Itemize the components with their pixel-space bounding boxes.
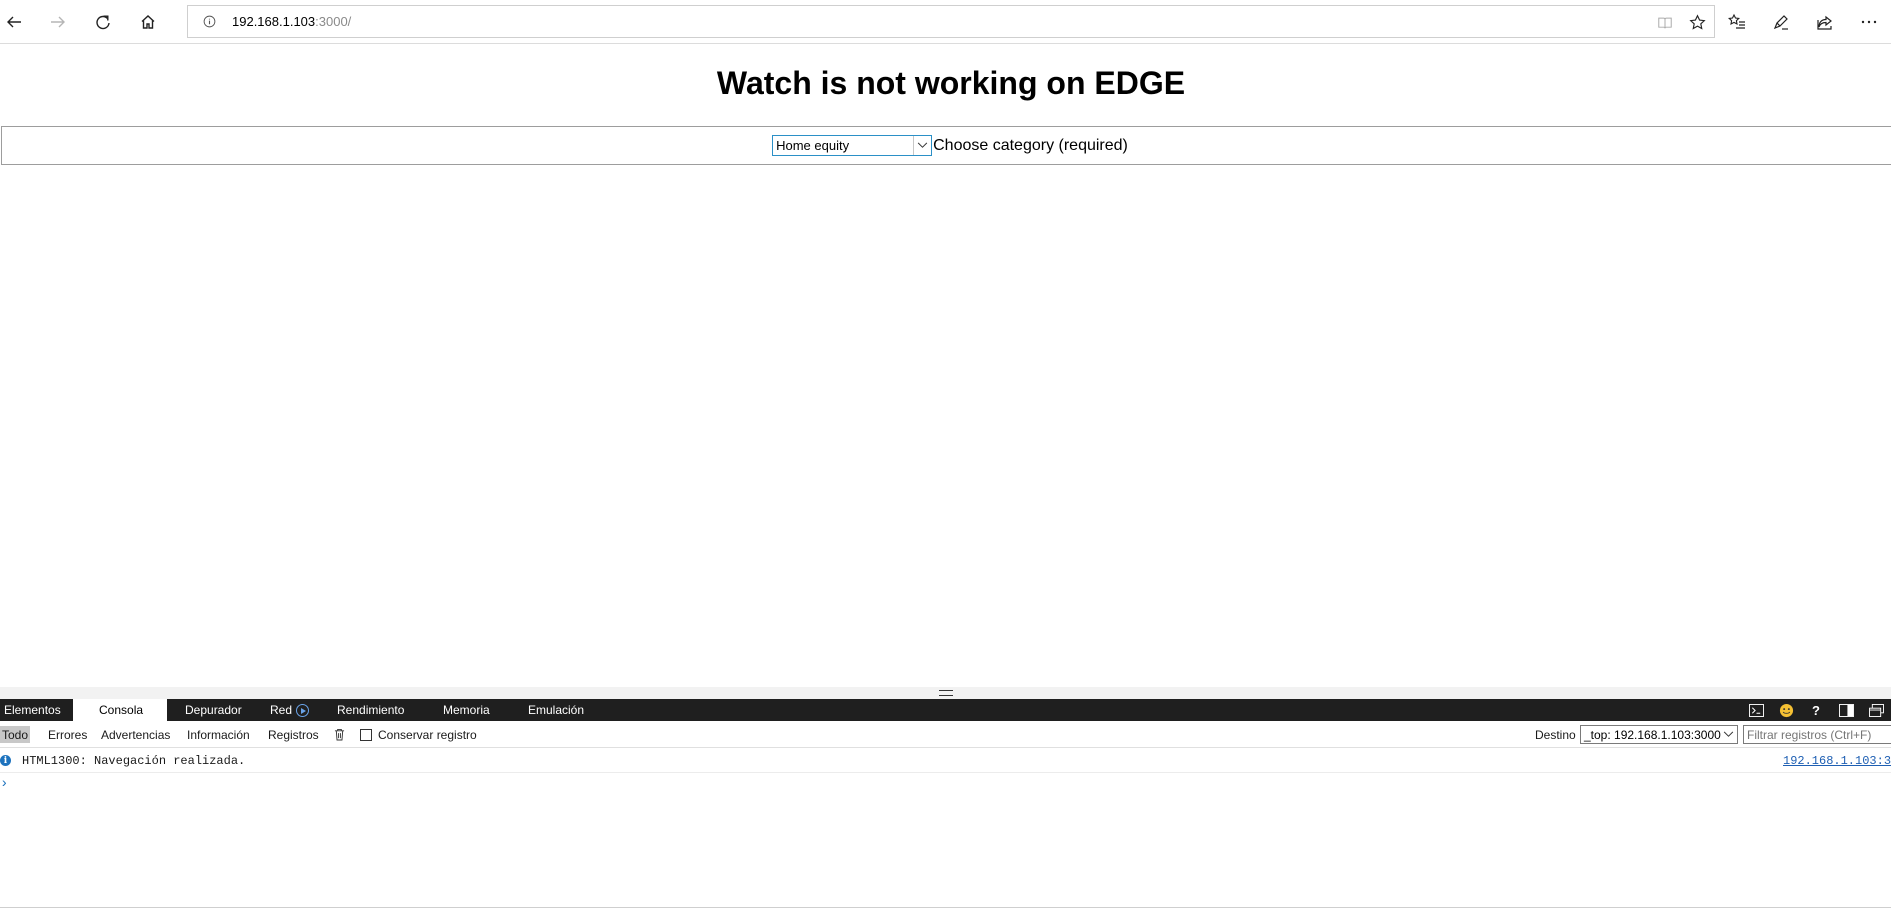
tab-depurador[interactable]: Depurador	[185, 699, 242, 721]
console-toolbar: Todo Errores Advertencias Información Re…	[0, 721, 1891, 748]
filter-label: Registros	[268, 727, 319, 742]
filter-logs-input[interactable]	[1743, 725, 1891, 744]
star-icon[interactable]	[1688, 14, 1706, 32]
tab-label: Consola	[99, 703, 144, 717]
browser-toolbar: 192.168.1.103:3000/	[0, 0, 1891, 44]
checkbox-icon	[360, 728, 372, 741]
help-icon[interactable]: ?	[1801, 699, 1831, 721]
undock-icon[interactable]	[1861, 699, 1891, 721]
console-toggle-icon[interactable]	[1741, 699, 1771, 721]
pen-icon	[1773, 15, 1788, 30]
tab-red[interactable]: Red	[270, 699, 310, 721]
tab-label: Memoria	[443, 703, 490, 717]
arrow-left-icon	[7, 16, 21, 28]
filter-label: Errores	[48, 727, 88, 742]
smiley-feedback-icon[interactable]	[1771, 699, 1801, 721]
page-title: Watch is not working on EDGE	[716, 65, 1186, 101]
tab-label: Elementos	[4, 703, 61, 717]
more-button[interactable]	[1847, 6, 1891, 38]
tab-label: Depurador	[185, 703, 242, 717]
favorites-list-icon	[1728, 13, 1745, 29]
preserve-log-checkbox[interactable]: Conservar registro	[360, 721, 477, 748]
tab-label: Red	[270, 703, 293, 717]
filter-label: Información	[187, 727, 250, 742]
console-message-source-link[interactable]: 192.168.1.103:30	[1783, 754, 1891, 768]
info-icon: i	[0, 755, 11, 766]
clear-console-button[interactable]	[334, 721, 345, 748]
filter-advertencias[interactable]: Advertencias	[101, 721, 170, 748]
target-label: Destino	[1535, 721, 1576, 748]
preserve-log-label: Conservar registro	[378, 727, 477, 742]
filter-label: Todo	[2, 727, 29, 742]
filter-label: Advertencias	[101, 727, 171, 742]
target-select[interactable]: _top: 192.168.1.103:3000	[1580, 725, 1738, 744]
chevron-down-icon	[913, 136, 931, 155]
refresh-icon	[96, 15, 110, 30]
info-circle-icon[interactable]	[202, 15, 216, 29]
favorites-hub-button[interactable]	[1715, 6, 1759, 38]
refresh-button[interactable]	[86, 6, 120, 38]
address-bar[interactable]: 192.168.1.103:3000/	[187, 5, 1715, 38]
tab-rendimiento[interactable]: Rendimiento	[337, 699, 404, 721]
grip-icon	[938, 690, 953, 696]
filter-informacion[interactable]: Información	[187, 721, 250, 748]
tab-label: Rendimiento	[337, 703, 405, 717]
ellipsis-icon	[1861, 20, 1877, 24]
tab-consola[interactable]: Consola	[73, 699, 167, 721]
dock-icon[interactable]	[1831, 699, 1861, 721]
back-button[interactable]	[0, 6, 31, 38]
arrow-right-icon	[51, 16, 65, 28]
url-text[interactable]: 192.168.1.103:3000/	[232, 14, 351, 29]
book-icon[interactable]	[1656, 14, 1674, 32]
trash-icon	[334, 729, 345, 741]
tab-emulacion[interactable]: Emulación	[528, 699, 584, 721]
url-port: :3000/	[315, 14, 352, 29]
chevron-down-icon	[1723, 727, 1734, 741]
notes-button[interactable]	[1759, 6, 1803, 38]
filter-todo[interactable]: Todo	[0, 726, 31, 743]
home-icon	[141, 15, 155, 29]
filter-registros[interactable]: Registros	[268, 721, 319, 748]
console-message-text: HTML1300: Navegación realizada.	[22, 754, 246, 768]
url-host: 192.168.1.103	[232, 14, 316, 29]
share-icon	[1817, 15, 1832, 30]
category-form: Home equity Choose category (required)	[1, 126, 1891, 165]
category-select[interactable]: Home equity	[772, 135, 933, 156]
page-viewport: Watch is not working on EDGE Home equity…	[0, 45, 1891, 687]
tab-memoria[interactable]: Memoria	[443, 699, 490, 721]
console-prompt-icon: ›	[0, 776, 9, 792]
target-label-text: Destino	[1535, 727, 1576, 742]
category-select-value: Home equity	[776, 138, 850, 153]
tab-label: Emulación	[528, 703, 585, 717]
record-icon	[296, 703, 310, 717]
console-input-area[interactable]	[0, 773, 1891, 908]
tab-elementos[interactable]: Elementos	[4, 699, 61, 721]
forward-button[interactable]	[41, 6, 75, 38]
devtools-resize-handle[interactable]	[0, 687, 1891, 699]
home-button[interactable]	[131, 6, 165, 38]
devtools-tab-bar: Elementos Consola Depurador Red Rendimie…	[0, 699, 1891, 721]
target-select-value: _top: 192.168.1.103:3000	[1584, 727, 1721, 742]
filter-errores[interactable]: Errores	[48, 721, 87, 748]
category-label: Choose category (required)	[933, 136, 1128, 154]
share-button[interactable]	[1803, 6, 1847, 38]
console-message-row: i HTML1300: Navegación realizada. 192.16…	[0, 749, 1891, 773]
